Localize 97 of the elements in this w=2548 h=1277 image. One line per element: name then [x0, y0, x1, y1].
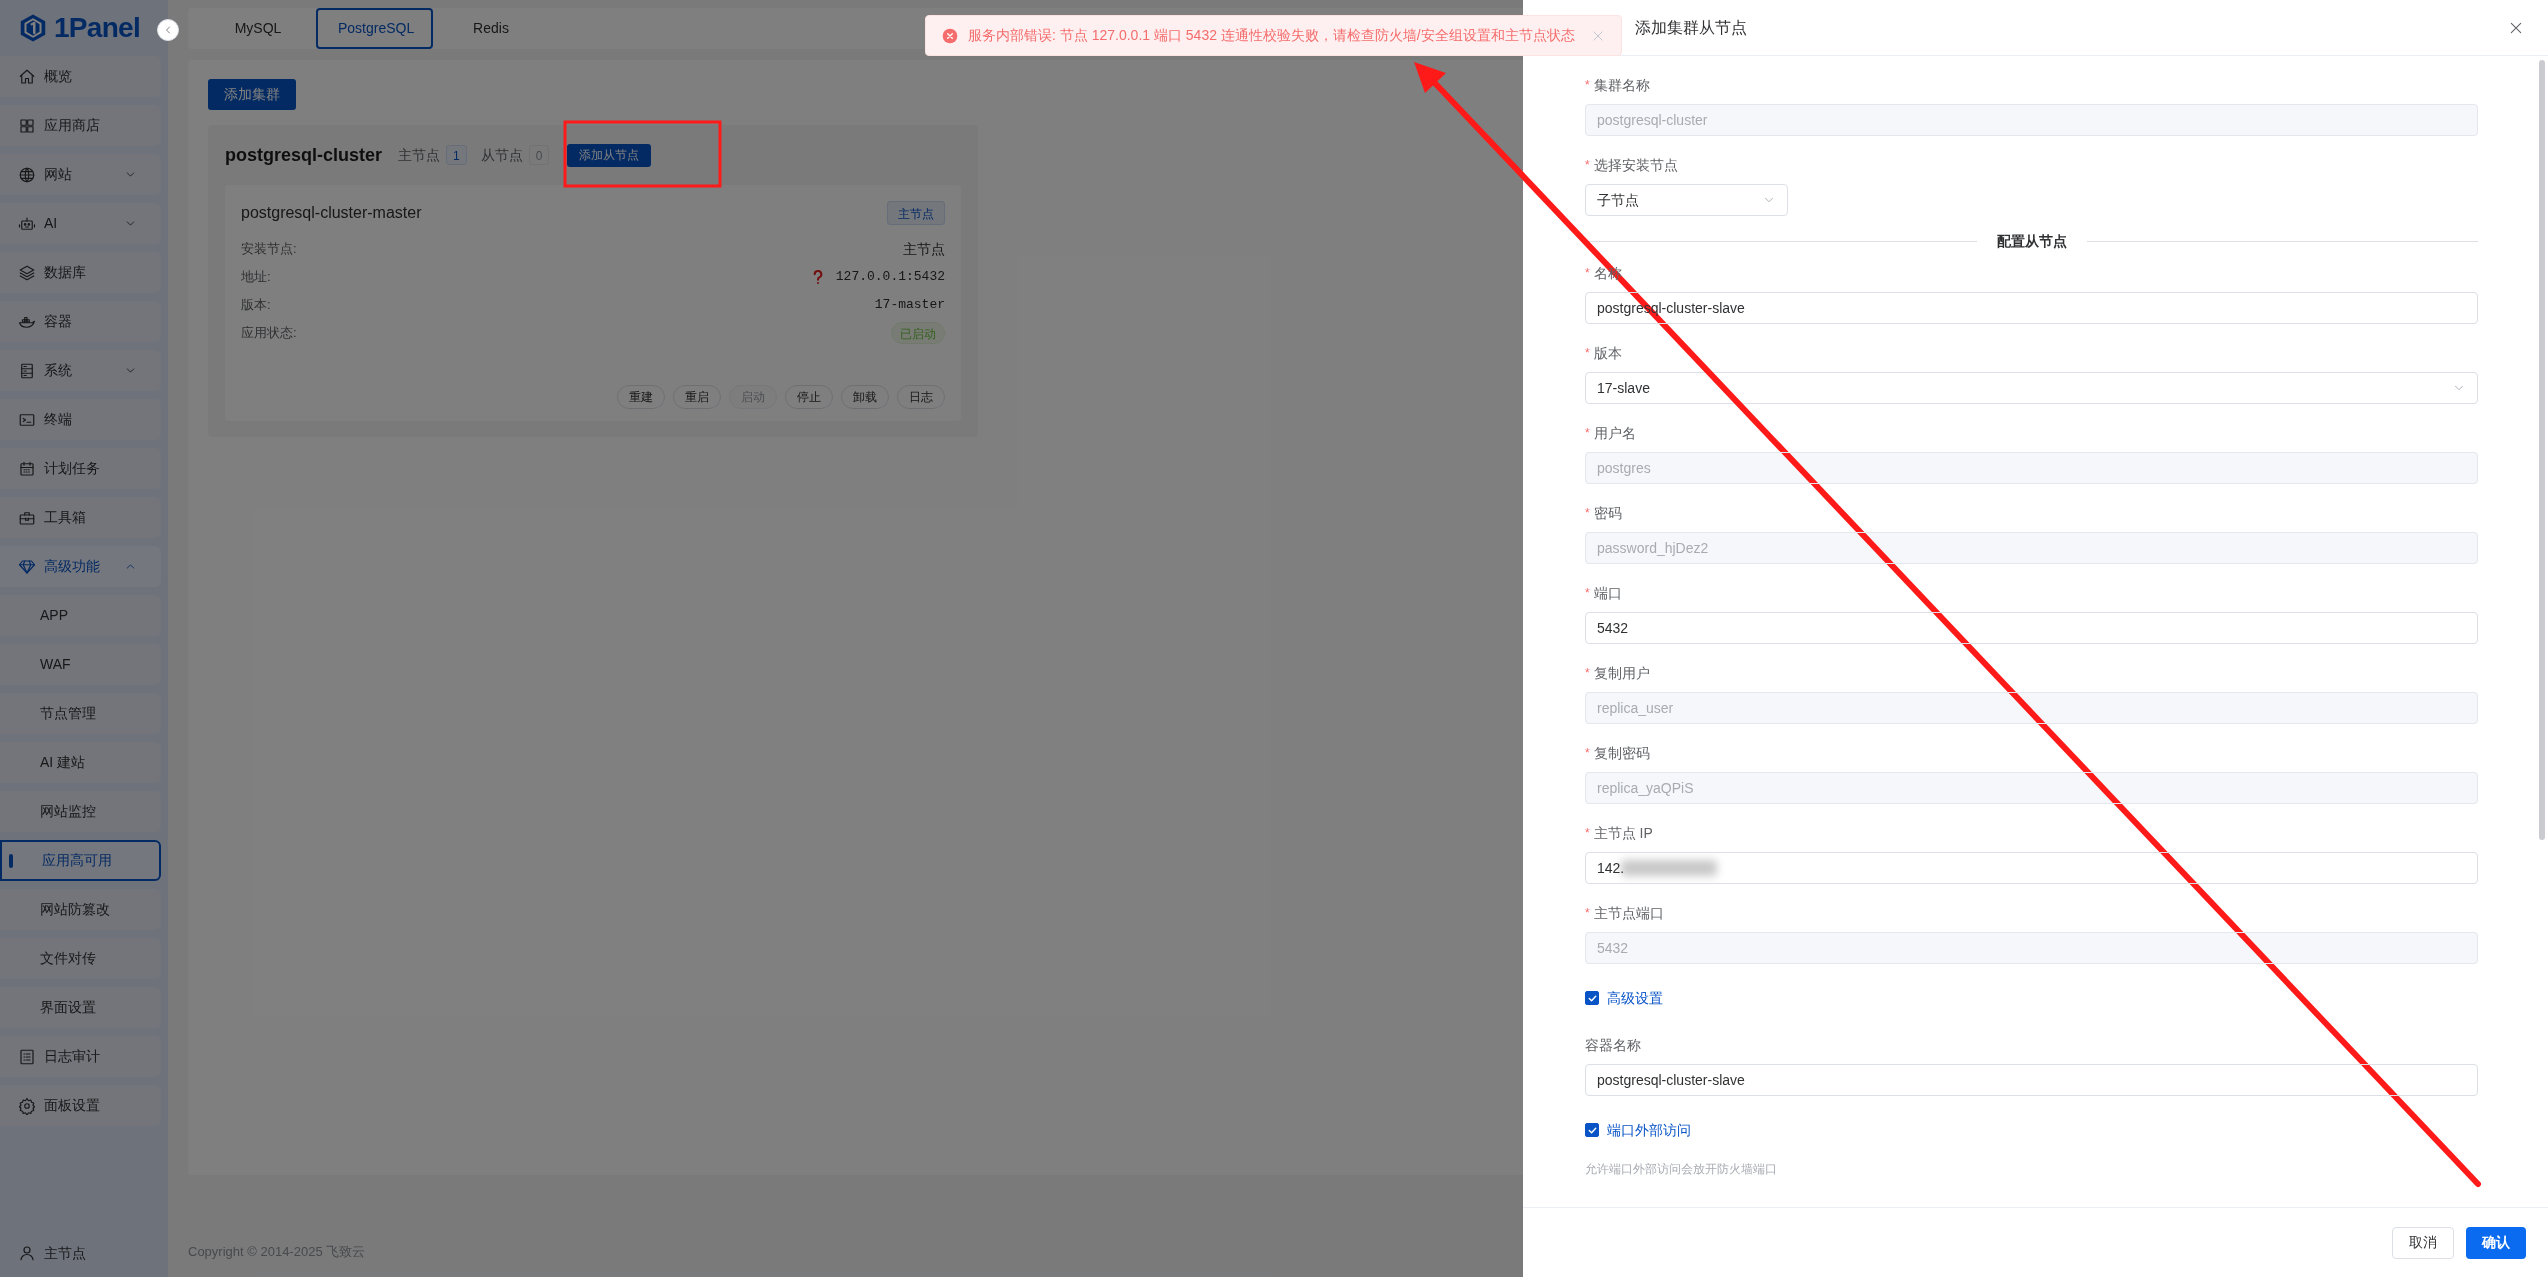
menu-item[interactable]: 网站 [0, 154, 161, 195]
menu-item[interactable]: 系统 [0, 350, 161, 391]
tab[interactable]: Redis [441, 8, 541, 49]
select-field[interactable]: 子节点 [1585, 184, 1788, 216]
field-label: 集群名称 [1593, 75, 1650, 95]
calendar-icon [18, 459, 36, 478]
menu-item[interactable]: 应用商店 [0, 105, 161, 146]
input-field[interactable]: 5432 [1585, 612, 2478, 644]
submenu-item[interactable]: WAF [0, 644, 161, 685]
menu-item[interactable]: 数据库 [0, 252, 161, 293]
count-badge: 1 [446, 145, 467, 165]
submenu-item[interactable]: 文件对传 [0, 938, 161, 979]
field-value: 127.0.0.1:5432 [835, 268, 945, 287]
role-tag: 主节点 [887, 201, 945, 225]
confirm-button[interactable]: 确认 [2466, 1226, 2526, 1259]
server-icon [18, 361, 36, 380]
cancel-button[interactable]: 取消 [2392, 1226, 2454, 1259]
field-label: 选择安装节点 [1593, 155, 1678, 175]
field-value: 主节点 [903, 239, 945, 259]
required-mark: * [1585, 77, 1590, 94]
menu-item[interactable]: 面板设置 [0, 1085, 161, 1126]
error-icon [942, 27, 958, 44]
add-slave-button[interactable]: 添加从节点 [567, 143, 652, 167]
field-label: 密码 [1593, 503, 1622, 523]
diamond-icon [18, 557, 36, 576]
required-mark: * [1585, 265, 1590, 282]
menu-item[interactable]: 计划任务 [0, 448, 161, 489]
section-title: 配置从节点 [1996, 231, 2067, 251]
required-mark: * [1585, 345, 1590, 362]
action-button[interactable]: 卸载 [841, 385, 889, 409]
menu-item[interactable]: 容器 [0, 301, 161, 342]
toast-message: 服务内部错误: 节点 127.0.0.1 端口 5432 连通性校验失败，请检查防火墙/安全组设置和主节点状态 [968, 26, 1575, 45]
grid-icon [18, 116, 36, 135]
field-value: 17-master [874, 296, 945, 315]
layers-icon [18, 263, 36, 282]
select-field[interactable]: 17-slave [1585, 372, 2478, 404]
submenu-item[interactable]: AI 建站 [0, 742, 161, 783]
menu-item[interactable]: 终端 [0, 399, 161, 440]
submenu-item[interactable]: 节点管理 [0, 693, 161, 734]
action-button[interactable]: 日志 [897, 385, 945, 409]
field-label: 应用状态: [241, 324, 297, 343]
menu-item[interactable]: 工具箱 [0, 497, 161, 538]
checkbox[interactable]: 高级设置 [1585, 986, 1663, 1010]
user-icon [18, 1244, 36, 1262]
field-label: 主节点 IP [1593, 823, 1653, 843]
collapse-button[interactable] [157, 19, 179, 41]
status-tag: 已启动 [891, 322, 945, 344]
checkbox[interactable]: 端口外部访问 [1585, 1118, 1691, 1142]
field-label: 容器名称 [1585, 1035, 1641, 1055]
input-field[interactable]: 142. [1585, 852, 2478, 884]
list-icon [18, 1047, 36, 1066]
master-label: 主节点 [398, 145, 441, 165]
drawer-title: 添加集群从节点 [1635, 17, 1747, 38]
tab[interactable]: MySQL [208, 8, 308, 49]
action-button[interactable]: 停止 [785, 385, 833, 409]
submenu-item[interactable]: 网站防篡改 [0, 889, 161, 930]
field-label: 复制用户 [1593, 663, 1650, 683]
submenu-item[interactable]: 应用高可用 [0, 840, 161, 881]
gear-icon [18, 1096, 36, 1115]
submenu-item[interactable]: 界面设置 [0, 987, 161, 1028]
node-title: postgresql-cluster-master [241, 203, 422, 223]
logo-text: 1Panel [54, 14, 141, 42]
input-field[interactable]: postgresql-cluster-slave [1585, 1064, 2478, 1096]
cluster-name: postgresql-cluster [225, 143, 383, 167]
submenu-item[interactable]: 网站监控 [0, 791, 161, 832]
tab[interactable]: PostgreSQL [316, 8, 433, 49]
field-label: 端口 [1593, 583, 1622, 603]
required-mark: * [1585, 425, 1590, 442]
action-button[interactable]: 重建 [617, 385, 665, 409]
menu-item[interactable]: 高级功能 [0, 546, 161, 587]
action-button[interactable]: 重启 [673, 385, 721, 409]
scrollbar-thumb[interactable] [2539, 60, 2545, 840]
slave-label: 从节点 [480, 145, 523, 165]
required-mark: * [1585, 825, 1590, 842]
menu-item[interactable]: AI [0, 203, 161, 244]
field-label: 复制密码 [1593, 743, 1650, 763]
required-mark: * [1585, 585, 1590, 602]
menu-item[interactable]: 概览 [0, 56, 161, 97]
required-mark: * [1585, 905, 1590, 922]
field-label: 安装节点: [241, 240, 297, 259]
menu-item[interactable]: 日志审计 [0, 1036, 161, 1077]
hint-text: 允许端口外部访问会放开防火墙端口 [1585, 1161, 1777, 1178]
field-label: 用户名 [1593, 423, 1636, 443]
field-label: 版本: [241, 296, 271, 315]
add-cluster-button[interactable]: 添加集群 [208, 79, 296, 110]
field-label: 版本 [1593, 343, 1622, 363]
required-mark: * [1585, 505, 1590, 522]
field-label: 地址: [241, 268, 271, 287]
required-mark: * [1585, 157, 1590, 174]
required-mark: * [1585, 745, 1590, 762]
required-mark: * [1585, 665, 1590, 682]
home-icon [18, 67, 36, 86]
globe-icon [18, 165, 36, 184]
logo-icon [18, 13, 48, 43]
submenu-item[interactable]: APP [0, 595, 161, 636]
user-item[interactable]: 主节点 [0, 1229, 168, 1277]
field-label: 主节点端口 [1593, 903, 1664, 923]
